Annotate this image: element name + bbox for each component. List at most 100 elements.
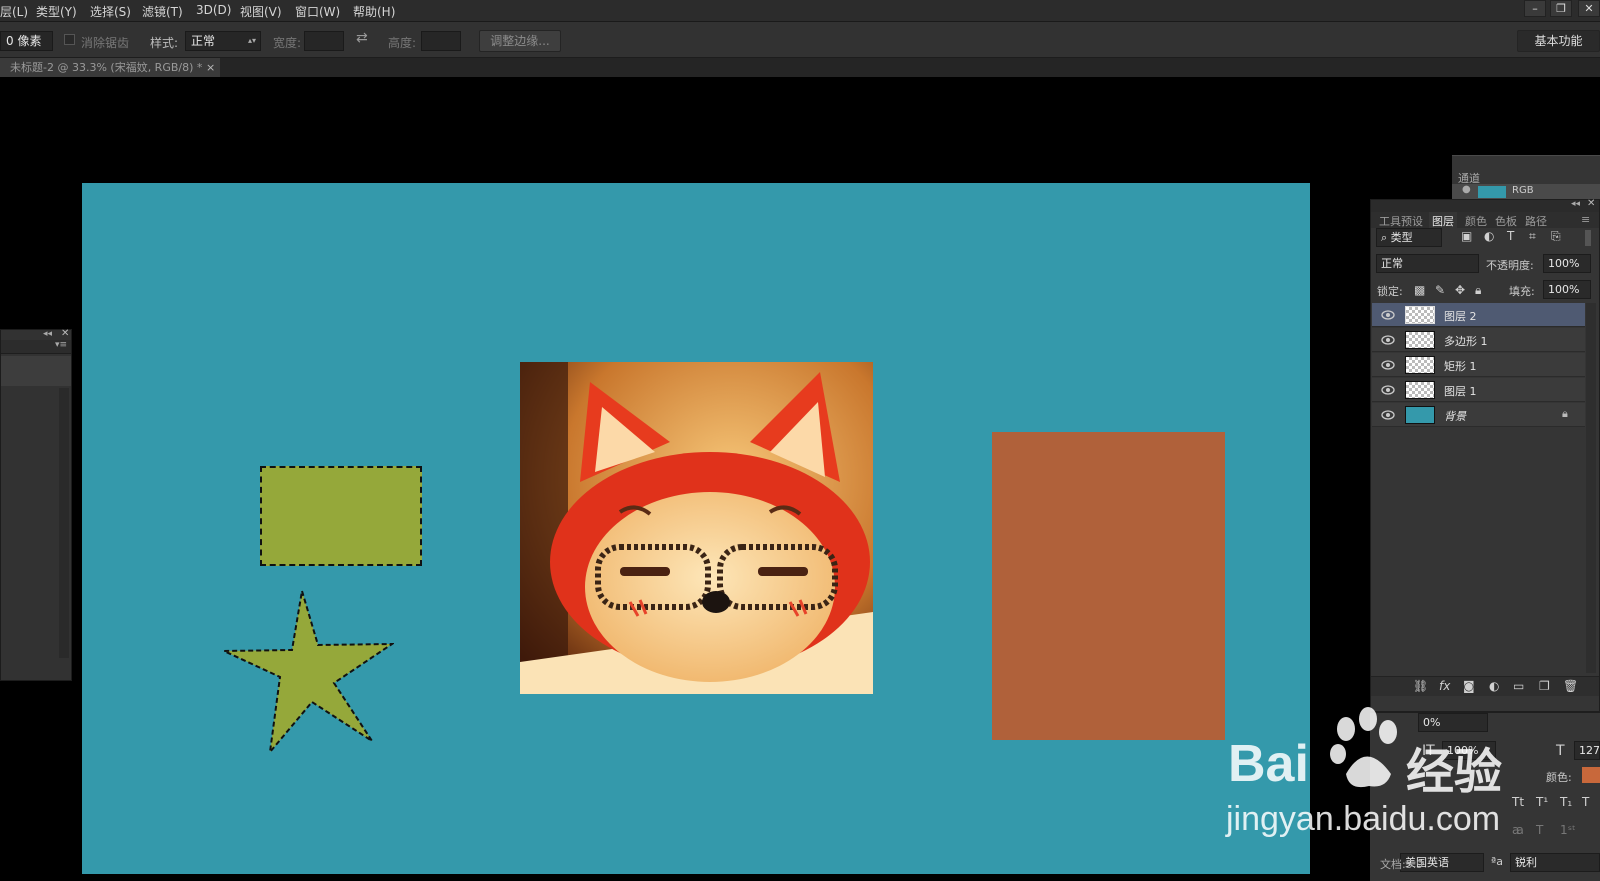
- baidu-jingyan-watermark: Bai 经验 jingyan.baidu.com: [1226, 704, 1556, 854]
- adjustment-filter-icon[interactable]: ◐: [1484, 229, 1494, 243]
- channel-row-rgb[interactable]: ● RGB: [1452, 184, 1600, 200]
- antialias-checkbox[interactable]: [64, 34, 75, 45]
- tab-color[interactable]: 颜色: [1465, 213, 1487, 229]
- link-icon[interactable]: ⛓: [1413, 679, 1428, 693]
- filter-kind-select[interactable]: ⌕ 类型: [1376, 228, 1442, 247]
- chevron-updown-icon: ▴▾: [247, 36, 256, 45]
- document-tab-bar: 未标题-2 @ 33.3% (宋福妏, RGB/8) * ×: [0, 58, 1600, 77]
- new-layer-icon[interactable]: ❐: [1539, 679, 1550, 693]
- filter-kind-value: 类型: [1390, 231, 1413, 244]
- fox-plush-photo[interactable]: [520, 362, 873, 694]
- eye-icon[interactable]: [1381, 409, 1395, 421]
- channels-panel: 通道 ● RGB: [1452, 155, 1600, 200]
- style-label: 样式:: [150, 36, 179, 50]
- layers-panel-topbar: ◂◂ ✕: [1371, 198, 1599, 212]
- eye-icon[interactable]: [1381, 334, 1395, 346]
- layer-name: 背景: [1444, 410, 1466, 423]
- tab-tool-presets[interactable]: 工具预设: [1379, 213, 1423, 229]
- eye-icon[interactable]: ●: [1462, 184, 1471, 195]
- opacity-label: 不透明度:: [1486, 259, 1534, 272]
- menu-select[interactable]: 选择(S): [90, 3, 131, 20]
- tab-paths[interactable]: 路径: [1525, 213, 1547, 229]
- refine-edge-button[interactable]: 调整边缘...: [479, 30, 561, 52]
- style-select[interactable]: 正常 ▴▾: [185, 31, 261, 51]
- tab-close-icon[interactable]: ×: [206, 58, 215, 77]
- fx-icon[interactable]: fx: [1439, 679, 1450, 693]
- minimize-button[interactable]: –: [1524, 0, 1546, 17]
- menu-type[interactable]: 类型(Y): [36, 3, 77, 20]
- panel-scrollbar[interactable]: [59, 388, 69, 658]
- opacity-field[interactable]: 100%: [1543, 254, 1591, 273]
- document-tab[interactable]: 未标题-2 @ 33.3% (宋福妏, RGB/8) * ×: [0, 58, 220, 77]
- image-filter-icon[interactable]: ▣: [1461, 229, 1472, 243]
- close-button[interactable]: ✕: [1578, 0, 1600, 17]
- fill-field[interactable]: 100%: [1543, 280, 1591, 299]
- height-label: 高度:: [388, 36, 417, 50]
- menu-help[interactable]: 帮助(H): [353, 3, 395, 20]
- type-filter-icon[interactable]: T: [1507, 229, 1514, 243]
- width-label: 宽度:: [273, 36, 302, 50]
- layer-row-background[interactable]: 背景 🔒︎: [1372, 403, 1585, 427]
- lock-icon: 🔒︎: [1562, 407, 1568, 420]
- height-field[interactable]: [421, 31, 461, 51]
- doc-info-text: 文档:5.9: [1380, 858, 1424, 871]
- lock-all-icon[interactable]: 🔒︎: [1475, 283, 1481, 298]
- menu-window[interactable]: 窗口(W): [295, 3, 340, 20]
- layer-row-rectangle-1[interactable]: 矩形 1: [1372, 353, 1585, 377]
- filter-toggle-icon[interactable]: [1585, 230, 1591, 246]
- layer-thumbnail: [1405, 331, 1435, 349]
- layer-name: 矩形 1: [1444, 360, 1477, 373]
- subscript-icon[interactable]: T₁: [1560, 795, 1572, 809]
- blend-mode-value: 正常: [1381, 257, 1403, 270]
- options-bar: 0 像素 消除锯齿 样式: 正常 ▴▾ 宽度: ⇄ 高度: 调整边缘... 基本功…: [0, 22, 1600, 58]
- lock-transparent-icon[interactable]: ▩: [1414, 283, 1425, 297]
- text-color-swatch[interactable]: [1582, 767, 1600, 783]
- width-field[interactable]: [304, 31, 344, 51]
- panel-close-icon[interactable]: ✕: [1587, 198, 1595, 209]
- layer-row-layer-1[interactable]: 图层 1: [1372, 378, 1585, 402]
- collapse-icon[interactable]: ◂◂: [43, 329, 52, 339]
- panel-close-icon[interactable]: ✕: [61, 328, 69, 339]
- menu-3d[interactable]: 3D(D): [196, 3, 231, 17]
- folder-icon[interactable]: ▭: [1513, 679, 1524, 693]
- fox-plush-illustration: [520, 362, 873, 694]
- underline-icon[interactable]: T: [1582, 795, 1589, 809]
- menu-view[interactable]: 视图(V): [240, 3, 282, 20]
- restore-button[interactable]: ❐: [1550, 0, 1572, 17]
- eye-icon[interactable]: [1381, 384, 1395, 396]
- menu-filter[interactable]: 滤镜(T): [142, 3, 183, 20]
- menu-bar: 层(L) 类型(Y) 选择(S) 滤镜(T) 3D(D) 视图(V) 窗口(W)…: [0, 0, 1600, 22]
- eye-icon[interactable]: [1381, 359, 1395, 371]
- workspace-select[interactable]: 基本功能: [1517, 30, 1600, 52]
- menu-layer[interactable]: 层(L): [0, 3, 28, 20]
- smart-object-filter-icon[interactable]: ⎘: [1551, 229, 1561, 244]
- layers-scrollbar[interactable]: [1586, 303, 1596, 673]
- blend-mode-select[interactable]: 正常: [1376, 254, 1479, 273]
- orange-rectangle-shape[interactable]: [992, 432, 1225, 740]
- shape-filter-icon[interactable]: ⌗: [1529, 229, 1536, 244]
- lock-position-icon[interactable]: ✥: [1455, 283, 1465, 297]
- tab-swatches[interactable]: 色板: [1495, 213, 1517, 229]
- adjustment-icon[interactable]: ◐: [1489, 679, 1499, 693]
- antialias-icon-label: a: [1496, 855, 1503, 868]
- antialias-select[interactable]: 锐利: [1510, 853, 1600, 872]
- mask-icon[interactable]: ◙: [1463, 679, 1475, 693]
- horizontal-scale-field[interactable]: 127: [1574, 741, 1600, 760]
- selected-green-star[interactable]: [222, 587, 394, 757]
- feather-field[interactable]: 0 像素: [0, 31, 53, 51]
- ordinal-icon[interactable]: 1ˢᵗ: [1560, 823, 1576, 837]
- layer-row-layer-2[interactable]: 图层 2: [1372, 303, 1585, 327]
- selected-green-rectangle[interactable]: [260, 466, 422, 566]
- paw-logo-icon: [1330, 707, 1397, 788]
- eye-icon[interactable]: [1381, 309, 1395, 321]
- lock-pixels-icon[interactable]: ✎: [1435, 283, 1445, 297]
- horizontal-scale-icon: T: [1556, 743, 1565, 759]
- document-tab-title: 未标题-2 @ 33.3% (宋福妏, RGB/8) *: [10, 61, 203, 74]
- left-floating-panel: ◂◂ ✕ ▾≡: [0, 328, 72, 681]
- collapse-icon[interactable]: ◂◂: [1571, 199, 1580, 209]
- swap-icon[interactable]: ⇄: [356, 30, 368, 46]
- trash-icon[interactable]: 🗑︎: [1563, 679, 1578, 693]
- layer-row-polygon-1[interactable]: 多边形 1: [1372, 328, 1585, 352]
- panel-menu-icon[interactable]: ≡: [1581, 213, 1590, 226]
- panel-menu-icon[interactable]: ▾≡: [55, 340, 67, 350]
